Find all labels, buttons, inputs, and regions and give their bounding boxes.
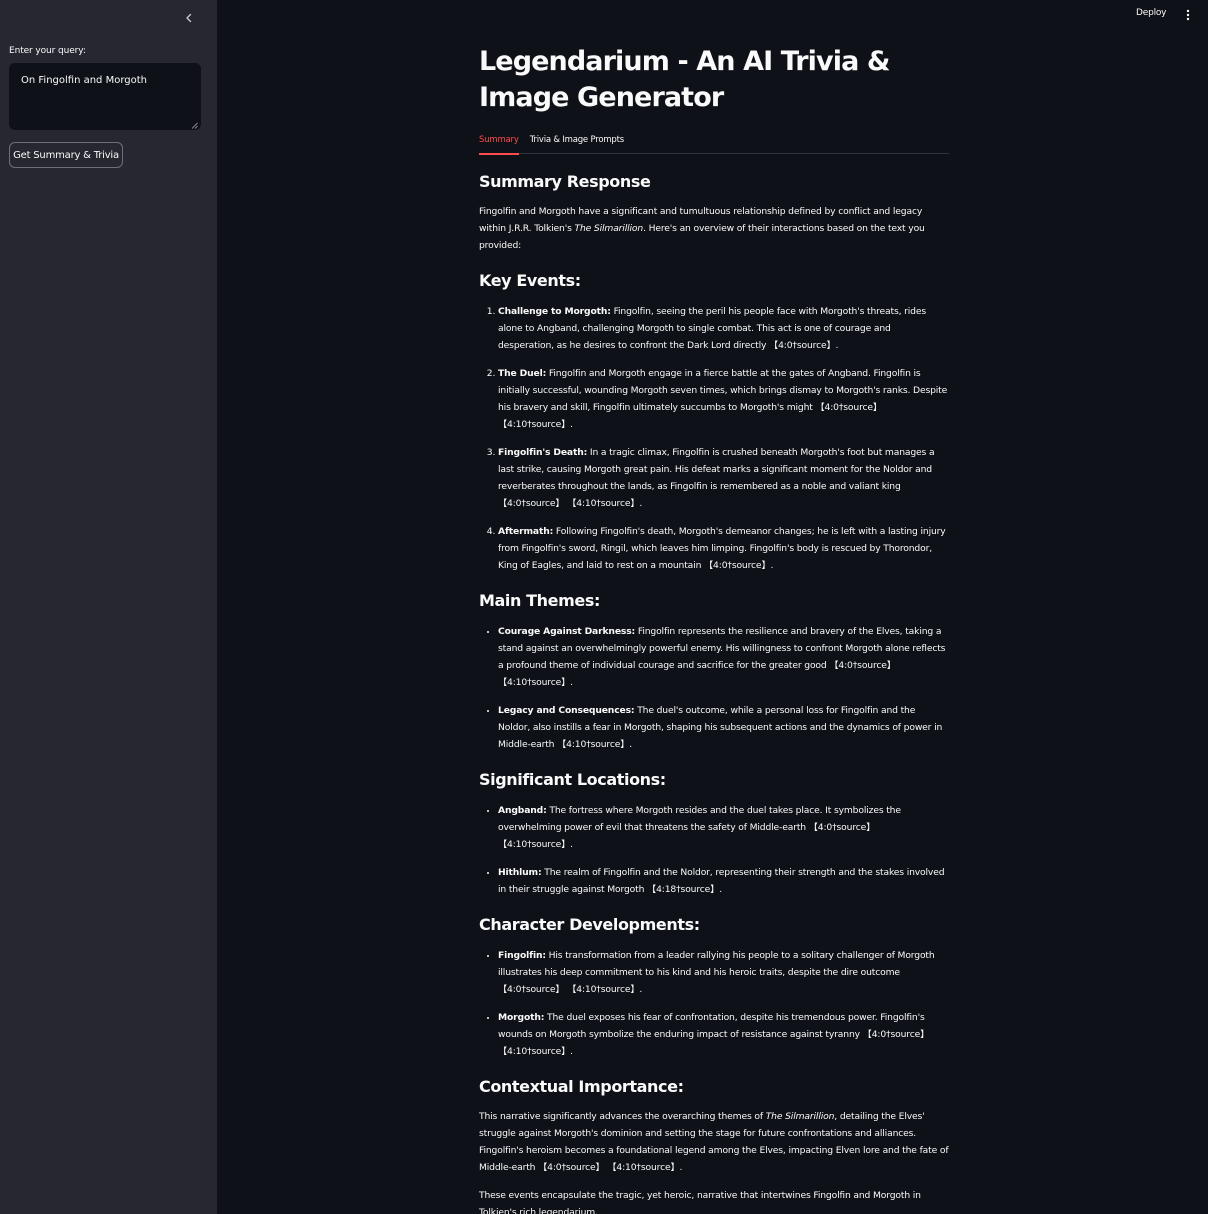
item-text: Fingolfin and Morgoth engage in a fierce… <box>498 368 948 430</box>
sidebar: Enter your query: On Fingolfin and Morgo… <box>0 0 217 1214</box>
vertical-dots-icon <box>1186 6 1190 25</box>
item-text: The fortress where Morgoth resides and t… <box>498 805 901 850</box>
page-title: Legendarium - An AI Trivia & Image Gener… <box>479 46 890 113</box>
item-term: Angband: <box>498 805 547 816</box>
item-term: Legacy and Consequences: <box>498 705 635 716</box>
summary-heading: Summary Response <box>479 172 651 191</box>
context-heading: Contextual Importance: <box>479 1077 684 1096</box>
locations-list: Angband: The fortress where Morgoth resi… <box>479 802 949 898</box>
context-text: This narrative significantly advances th… <box>479 1111 766 1122</box>
item-term: Morgoth: <box>498 1012 545 1023</box>
list-item: Angband: The fortress where Morgoth resi… <box>498 802 949 853</box>
list-item: Legacy and Consequences: The duel's outc… <box>498 702 949 753</box>
characters-list: Fingolfin: His transformation from a lea… <box>479 947 949 1060</box>
tab-summary[interactable]: Summary <box>479 133 519 155</box>
intro-italic: The Silmarillion <box>574 223 644 234</box>
main-content: Legendarium - An AI Trivia & Image Gener… <box>479 40 949 1214</box>
list-item: The Duel: Fingolfin and Morgoth engage i… <box>498 365 949 433</box>
main-menu-button[interactable] <box>1182 8 1194 22</box>
list-item: Aftermath: Following Fingolfin's death, … <box>498 523 949 574</box>
context-italic: The Silmarillion <box>765 1111 835 1122</box>
item-text: The duel exposes his fear of confrontati… <box>498 1012 930 1057</box>
closing-paragraph: These events encapsulate the tragic, yet… <box>479 1190 921 1214</box>
item-term: The Duel: <box>498 368 547 379</box>
list-item: Courage Against Darkness: Fingolfin repr… <box>498 623 949 691</box>
item-term: Fingolfin's Death: <box>498 447 588 458</box>
sidebar-collapse-button[interactable] <box>178 6 200 28</box>
list-item: Hithlum: The realm of Fingolfin and the … <box>498 864 949 898</box>
key-events-heading: Key Events: <box>479 271 581 290</box>
query-label: Enter your query: <box>9 46 86 56</box>
item-term: Fingolfin: <box>498 950 546 961</box>
item-text: Following Fingolfin's death, Morgoth's d… <box>498 526 946 571</box>
chevron-left-icon <box>184 8 194 27</box>
list-item: Fingolfin's Death: In a tragic climax, F… <box>498 444 949 512</box>
characters-heading: Character Developments: <box>479 915 700 934</box>
tab-bar: Summary Trivia & Image Prompts <box>479 133 949 155</box>
deploy-button[interactable]: Deploy <box>1136 8 1167 18</box>
query-input-value: On Fingolfin and Morgoth <box>21 75 147 86</box>
item-term: Challenge to Morgoth: <box>498 306 611 317</box>
intro-paragraph: Fingolfin and Morgoth have a significant… <box>479 203 949 254</box>
item-term: Aftermath: <box>498 526 554 537</box>
list-item: Fingolfin: His transformation from a lea… <box>498 947 949 998</box>
tab-trivia-image-prompts[interactable]: Trivia & Image Prompts <box>530 133 624 154</box>
item-term: Courage Against Darkness: <box>498 626 636 637</box>
item-text: The realm of Fingolfin and the Noldor, r… <box>498 867 945 895</box>
list-item: Morgoth: The duel exposes his fear of co… <box>498 1009 949 1060</box>
item-text: His transformation from a leader rallyin… <box>498 950 935 995</box>
list-item: Challenge to Morgoth: Fingolfin, seeing … <box>498 303 949 354</box>
locations-heading: Significant Locations: <box>479 770 666 789</box>
get-summary-button[interactable]: Get Summary & Trivia <box>9 142 123 168</box>
key-events-list: Challenge to Morgoth: Fingolfin, seeing … <box>479 303 949 574</box>
context-paragraph: This narrative significantly advances th… <box>479 1108 949 1176</box>
summary-panel: Summary Response Fingolfin and Morgoth h… <box>479 172 949 1214</box>
themes-list: Courage Against Darkness: Fingolfin repr… <box>479 623 949 753</box>
resize-grip-icon[interactable] <box>191 120 198 129</box>
query-input[interactable]: On Fingolfin and Morgoth <box>9 63 201 130</box>
themes-heading: Main Themes: <box>479 591 600 610</box>
item-term: Hithlum: <box>498 867 542 878</box>
